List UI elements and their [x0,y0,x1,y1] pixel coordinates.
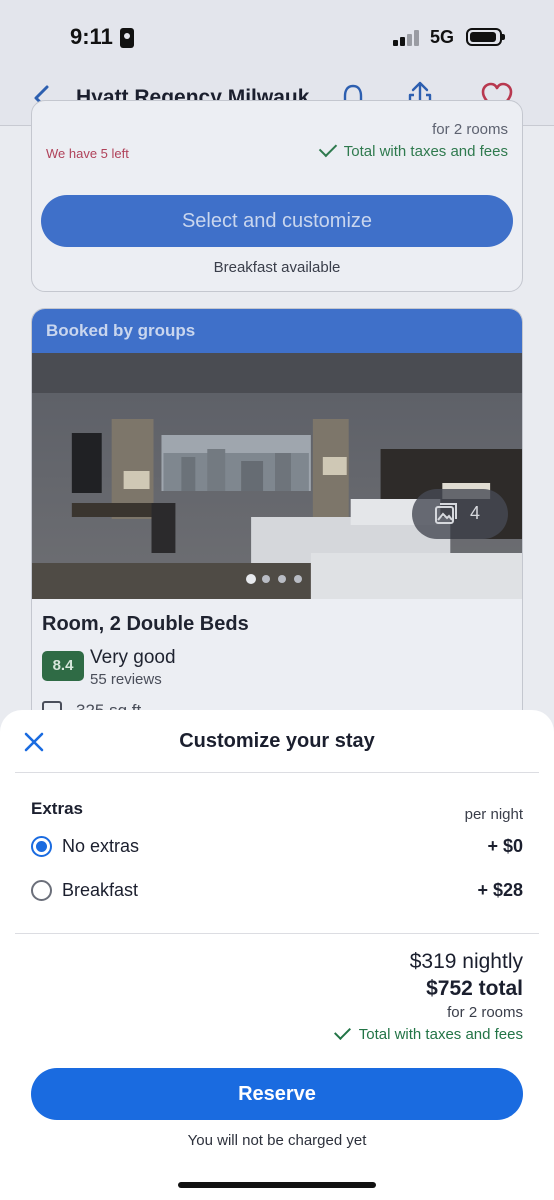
battery-icon [466,28,505,46]
pagination-dot [246,574,256,584]
total-taxes-label: Total with taxes and fees [358,1026,523,1043]
check-icon [318,138,337,158]
option-no-extras[interactable]: No extras + $0 [0,830,554,866]
gallery-icon [435,503,457,524]
reserve-button[interactable]: Reserve [31,1068,523,1120]
total-taxes-note: Total with taxes and fees [333,1023,523,1043]
review-count[interactable]: 55 reviews [90,671,162,688]
sheet-title: Customize your stay [179,730,375,752]
option-price: + $0 [487,836,523,856]
check-icon [333,1023,351,1040]
photo-pagination-dots [246,574,310,585]
total-taxes-note: Total with taxes and fees [318,138,508,160]
signal-strength-icon [393,30,421,46]
pagination-dot [262,575,270,583]
booked-by-groups-banner: Booked by groups [32,309,522,353]
option-label: Breakfast [62,880,139,900]
room-card: Booked by groups 4 Room, 2 Double Beds 8… [31,308,523,728]
photo-gallery-button[interactable]: 4 [412,489,508,539]
option-price: + $28 [477,880,523,900]
radio-breakfast[interactable] [31,880,52,901]
option-label: No extras [62,836,140,856]
room-photo[interactable] [32,353,522,599]
customize-sheet: Customize your stay Extras per night No … [0,710,554,1200]
status-time: 9:11 [70,24,113,49]
sheet-divider [15,933,539,934]
extras-heading: Extras [31,799,83,818]
banner-label: Booked by groups [46,321,196,340]
home-indicator[interactable] [178,1182,376,1188]
rooms-note: for 2 rooms [432,121,508,138]
total-taxes-label: Total with taxes and fees [343,143,508,160]
rooms-note: for 2 rooms [447,1004,523,1021]
room-name: Room, 2 Double Beds [42,613,249,635]
screen-lock-icon [120,28,134,48]
rating-label: Very good [90,647,176,668]
pagination-dot [294,575,302,583]
sheet-divider [15,772,539,773]
nightly-price: $319 nightly [409,950,523,973]
select-customize-button[interactable]: Select and customize [41,195,513,247]
availability-text: We have 5 left [46,146,129,161]
total-price: $752 total [426,977,523,1000]
breakfast-available-note: Breakfast available [213,259,341,276]
charge-note: You will not be charged yet [187,1132,367,1149]
pagination-dot [278,575,286,583]
room-option-card: for 2 rooms We have 5 left Total with ta… [31,100,523,292]
per-night-label: per night [464,806,523,823]
photo-count: 4 [470,503,481,523]
status-bar: 9:11 5G [0,0,554,74]
radio-no-extras[interactable] [31,836,52,857]
rating-badge: 8.4 [42,651,84,681]
option-breakfast[interactable]: Breakfast + $28 [0,874,554,910]
network-label: 5G [430,27,455,47]
